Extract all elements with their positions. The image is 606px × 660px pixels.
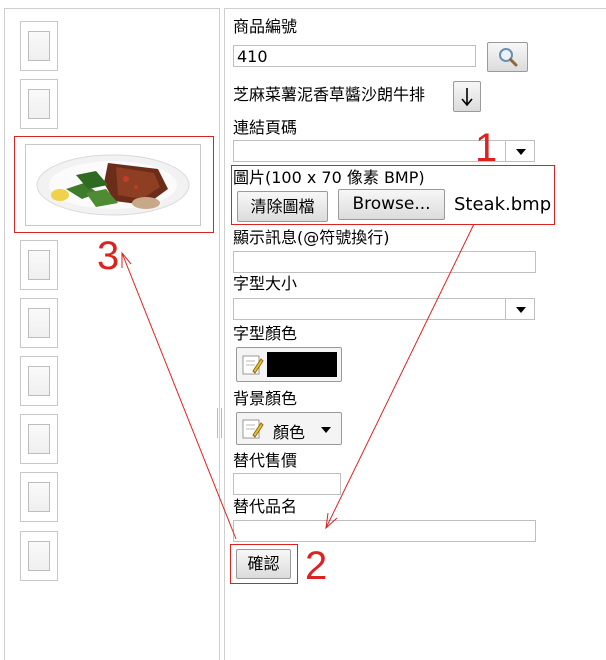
move-down-button[interactable] (453, 81, 481, 112)
font-size-label: 字型大小 (233, 274, 298, 293)
empty-slot-icon (28, 541, 50, 571)
alt-name-input[interactable] (233, 520, 536, 542)
font-color-button[interactable] (236, 347, 342, 382)
annotation-box-confirm (230, 544, 298, 584)
empty-slot-icon (28, 424, 50, 454)
background-color-button-label: 顏色 (273, 423, 306, 442)
color-palette-icon (242, 355, 264, 375)
item-slot[interactable] (20, 298, 58, 348)
steak-image (25, 144, 201, 226)
empty-slot-icon (28, 482, 50, 512)
item-slot[interactable] (20, 79, 58, 129)
chevron-down-icon (321, 427, 331, 433)
empty-slot-icon (28, 89, 50, 119)
selected-item-slot[interactable] (14, 136, 214, 233)
alt-price-input[interactable] (233, 473, 341, 495)
background-color-label: 背景顏色 (233, 389, 298, 408)
display-message-input[interactable] (233, 251, 536, 273)
item-slot[interactable] (20, 414, 58, 464)
link-page-label: 連結頁碼 (233, 118, 298, 137)
search-button[interactable] (487, 42, 528, 72)
panel-splitter[interactable] (217, 408, 222, 438)
product-id-input[interactable]: 410 (233, 45, 476, 67)
item-slot[interactable] (20, 356, 58, 406)
display-message-label: 顯示訊息(@符號換行) (233, 228, 390, 247)
item-slot[interactable] (20, 21, 58, 71)
font-size-select[interactable] (233, 298, 506, 320)
arrow-down-icon (461, 88, 473, 107)
font-size-dropdown-arrow[interactable] (505, 298, 535, 320)
empty-slot-icon (28, 31, 50, 61)
empty-slot-icon (28, 250, 50, 280)
alt-price-label: 替代售價 (233, 451, 298, 470)
annotation-step-2: 2 (305, 544, 328, 588)
empty-slot-icon (28, 308, 50, 338)
alt-name-label: 替代品名 (233, 497, 298, 516)
link-page-dropdown-arrow[interactable] (505, 140, 535, 162)
annotation-step-1: 1 (475, 126, 498, 170)
product-id-label: 商品編號 (233, 17, 298, 36)
background-color-button[interactable]: 顏色 (236, 412, 342, 445)
magnifier-icon (498, 48, 517, 67)
link-page-select[interactable] (233, 140, 506, 162)
item-slot[interactable] (20, 472, 58, 522)
color-palette-icon (242, 419, 264, 439)
annotation-step-3: 3 (97, 234, 120, 278)
item-slot[interactable] (20, 531, 58, 581)
empty-slot-icon (28, 366, 50, 396)
font-color-swatch (267, 352, 337, 377)
annotation-box-picture (231, 165, 555, 225)
product-name-label: 芝麻菜薯泥香草醬沙朗牛排 (233, 85, 426, 104)
font-color-label: 字型顏色 (233, 324, 298, 343)
item-slot[interactable] (20, 240, 58, 290)
